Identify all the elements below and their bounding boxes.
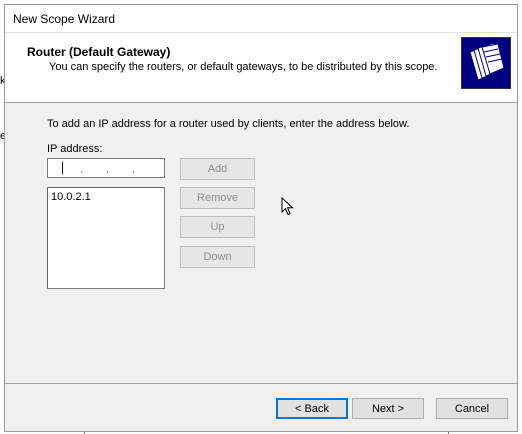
text-caret — [62, 162, 63, 174]
page-subtitle: You can specify the routers, or default … — [49, 61, 438, 73]
back-button[interactable]: < Back — [276, 398, 348, 419]
instruction-text: To add an IP address for a router used b… — [47, 118, 410, 130]
wizard-header: Router (Default Gateway) You can specify… — [5, 33, 517, 103]
page-title: Router (Default Gateway) — [27, 45, 171, 59]
wizard-content: To add an IP address for a router used b… — [5, 103, 517, 373]
title-bar[interactable]: New Scope Wizard — [5, 5, 517, 33]
cancel-button[interactable]: Cancel — [436, 398, 508, 419]
ip-octet-separator: . — [80, 164, 84, 176]
down-button[interactable]: Down — [180, 246, 255, 268]
folders-icon — [461, 37, 511, 89]
router-list[interactable]: 10.0.2.1 — [47, 187, 165, 289]
add-button[interactable]: Add — [180, 158, 255, 180]
window-title: New Scope Wizard — [13, 12, 116, 26]
list-item[interactable]: 10.0.2.1 — [51, 191, 91, 203]
next-button[interactable]: Next > — [352, 398, 424, 419]
remove-button[interactable]: Remove — [180, 187, 255, 209]
wizard-footer: < Back Next > Cancel — [5, 383, 517, 433]
ip-octet-separator: . — [106, 164, 110, 176]
new-scope-wizard-window: New Scope Wizard Router (Default Gateway… — [4, 4, 518, 432]
ip-address-field[interactable]: . . . — [47, 158, 165, 178]
footer-divider — [5, 383, 517, 384]
up-button[interactable]: Up — [180, 216, 255, 238]
ip-address-label: IP address: — [47, 143, 103, 155]
ip-octet-separator: . — [132, 164, 136, 176]
mouse-cursor-icon — [281, 197, 294, 216]
